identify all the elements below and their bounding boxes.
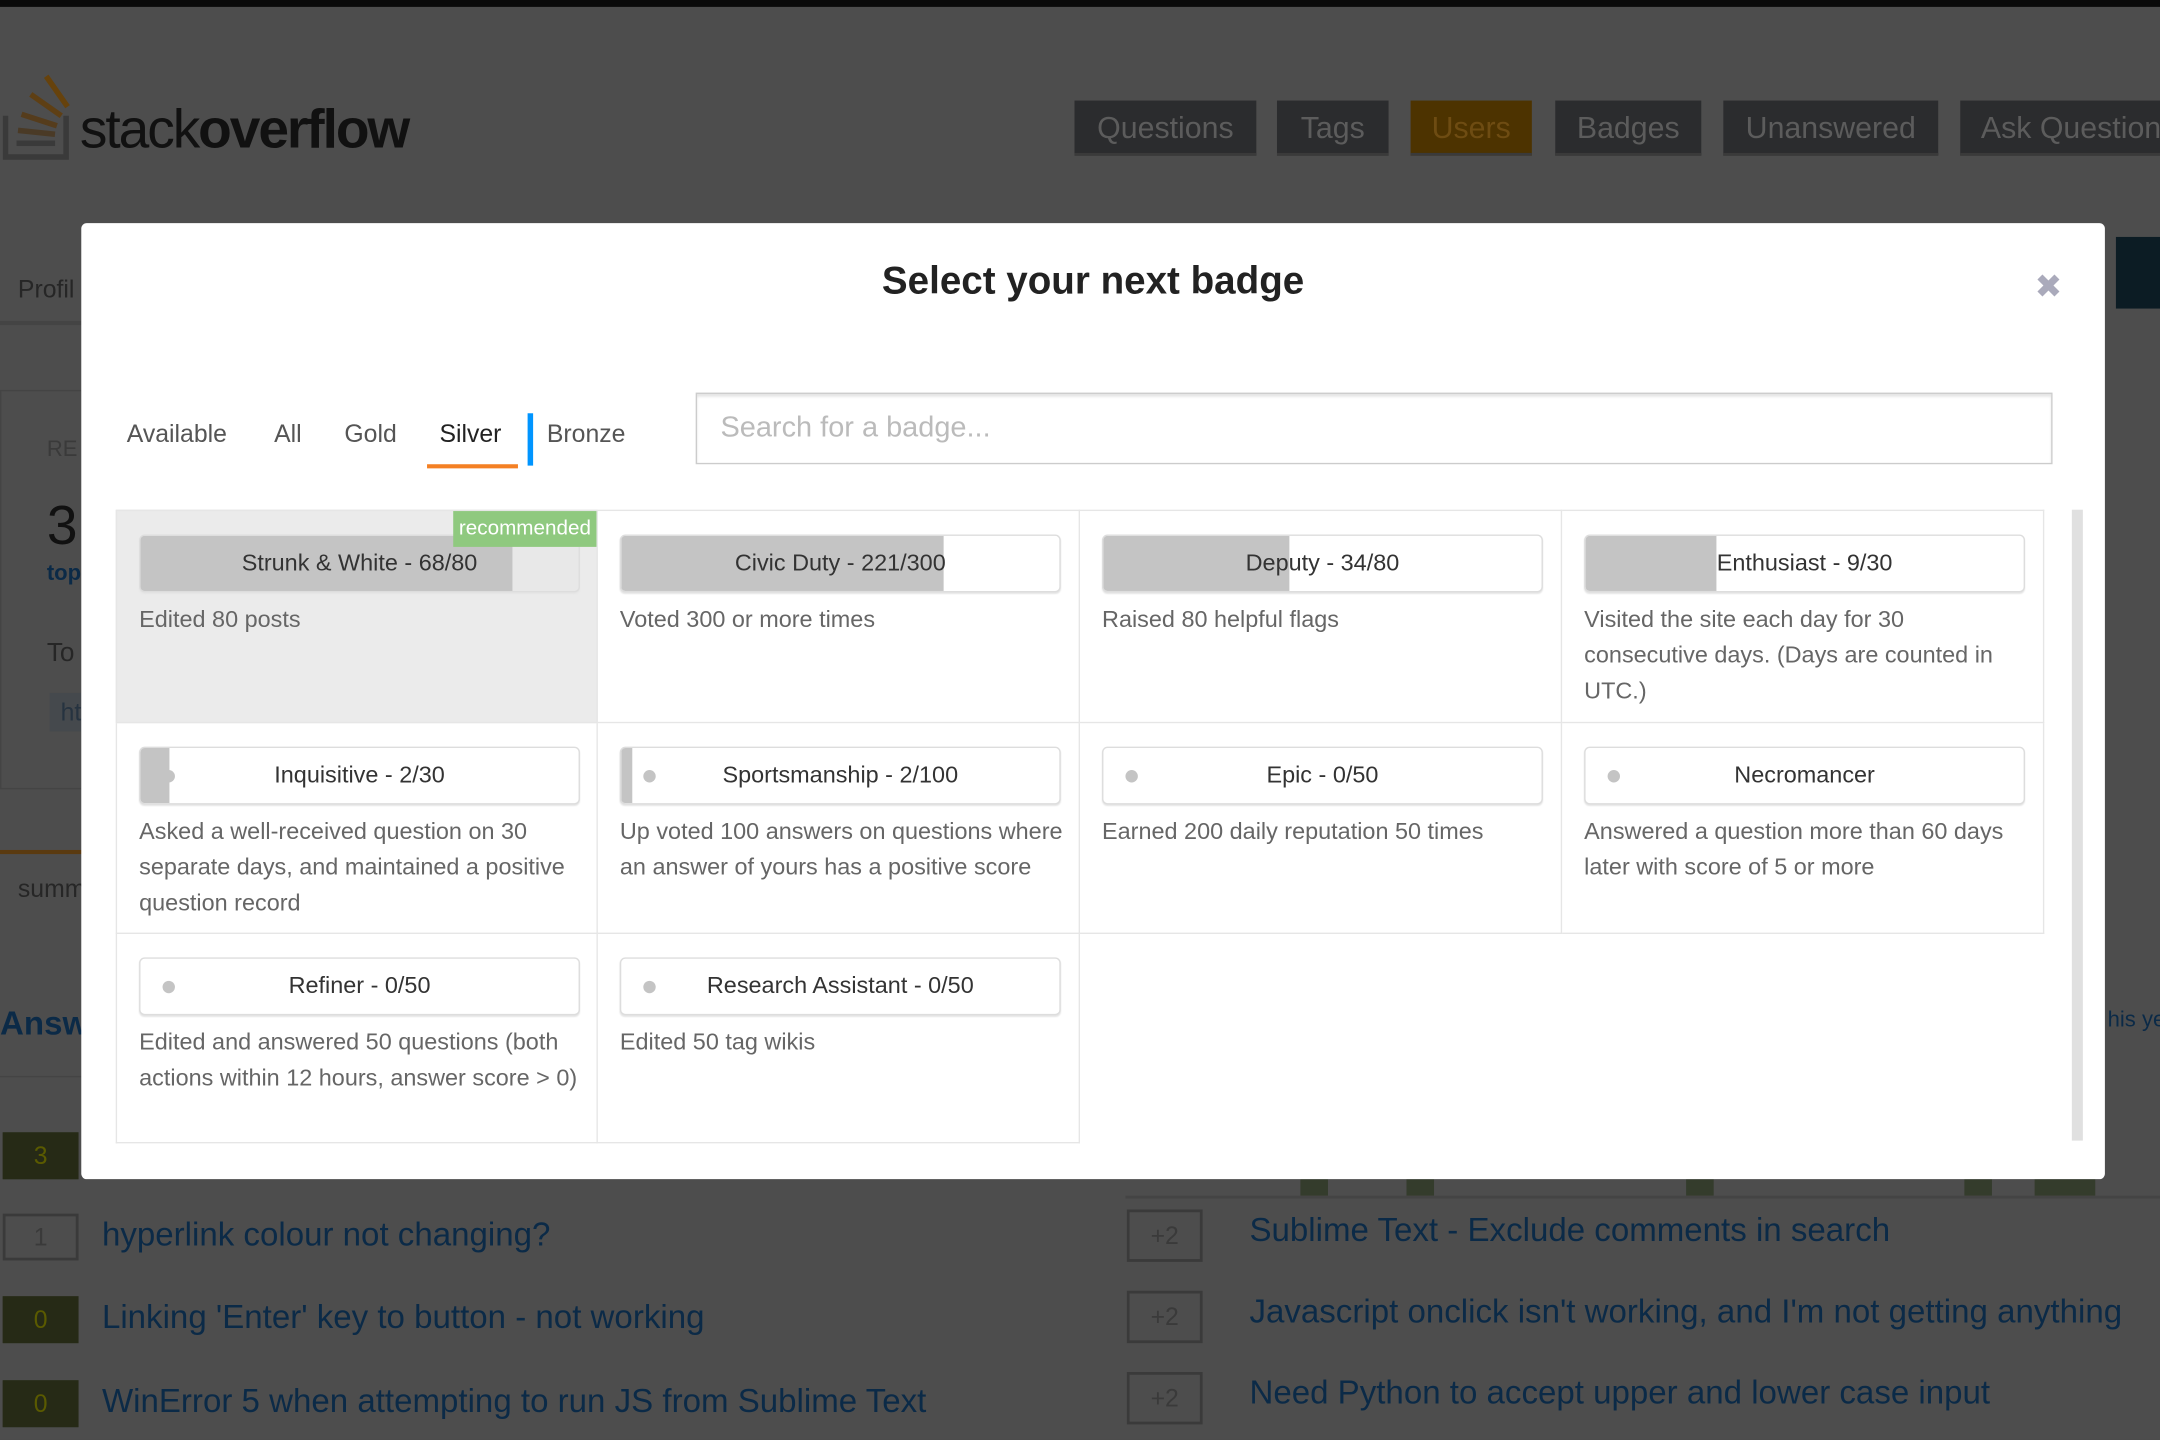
tab-silver[interactable]: Silver [439,420,501,449]
badge-name: Research Assistant - 0/50 [706,972,974,999]
this-year-link[interactable]: his ye [2108,1008,2160,1033]
nav-badges[interactable]: Badges [1555,100,1702,156]
badge-select-modal: Select your next badge ✖ Available All G… [81,223,2105,1180]
badge-progress-bar: Civic Duty - 221/300 [619,534,1061,593]
tab-available[interactable]: Available [127,420,227,449]
badge-card[interactable]: Research Assistant - 0/50 Edited 50 tag w… [597,933,1080,1144]
answers-heading: Answ [0,1005,89,1043]
badge-name: Deputy - 34/80 [1245,549,1400,576]
badge-card[interactable]: Sportsmanship - 2/100 Up voted 100 answer… [597,723,1080,934]
tab-gold[interactable]: Gold [344,420,396,449]
badge-progress-bar: Enthusiast - 9/30 [1584,534,2025,593]
badge-card[interactable]: Necromancer Answered a question more than… [1562,723,2045,934]
badge-description: Raised 80 helpful flags [1102,606,1340,633]
nav-unanswered[interactable]: Unanswered [1723,100,1939,156]
tab-separator [527,413,534,466]
nav-questions[interactable]: Questions [1074,100,1257,156]
badge-description: Up voted 100 answers on questions where … [619,818,1063,881]
badge-name: Necromancer [1734,761,1875,788]
question-link[interactable]: Linking 'Enter' key to button - not work… [102,1299,705,1338]
badge-card[interactable]: Epic - 0/50 Earned 200 daily reputation 5… [1079,723,1563,934]
recommended-badge: recommended [453,511,597,547]
badge-card[interactable]: Deputy - 34/80 Raised 80 helpful flags [1079,509,1563,724]
activity-bar [1300,1179,1328,1196]
badge-description: Answered a question more than 60 days la… [1584,818,2004,881]
badge-card[interactable]: Enthusiast - 9/30 Visited the site each d… [1562,509,2045,724]
activity-bar [1964,1179,1992,1196]
activity-bar [2034,1179,2096,1196]
question-link[interactable]: Sublime Text - Exclude comments in searc… [1249,1212,1890,1251]
badge-name: Enthusiast - 9/30 [1716,549,1893,576]
vote-count: +2 [1126,1290,1203,1344]
summary-tab[interactable]: summ [18,875,85,904]
badge-name: Inquisitive - 2/30 [274,761,445,788]
tab-bronze[interactable]: Bronze [547,420,626,449]
badge-grid: Strunk & White - 68/80 Edited 80 posts rec… [115,509,2046,1144]
badge-description: Edited and answered 50 questions (both a… [139,1029,578,1092]
top-bar [0,0,2160,7]
logo-text: stackoverflow [79,99,410,160]
vote-count: +2 [1126,1209,1203,1262]
vote-count: 1 [2,1213,79,1261]
badge-progress-bar: Sportsmanship - 2/100 [619,746,1061,805]
badge-card[interactable]: Civic Duty - 221/300 Voted 300 or more ti… [597,509,1080,724]
reputation-label: RE [46,438,78,462]
page: stackoverflow Questions Tags Users Badge… [0,0,2160,1440]
badge-description: Edited 50 tag wikis [619,1029,816,1056]
modal-title: Select your next badge [881,258,1305,302]
badge-name: Civic Duty - 221/300 [734,549,946,576]
badge-name: Epic - 0/50 [1266,761,1379,788]
vote-count: +2 [1126,1372,1203,1425]
badge-description: Edited 80 posts [139,606,301,633]
question-link[interactable]: hyperlink colour not changing? [102,1216,550,1255]
badge-progress-bar: Inquisitive - 2/30 [139,746,580,805]
badge-search-input[interactable] [695,392,2053,465]
question-link[interactable]: WinError 5 when attempting to run JS fro… [102,1383,926,1422]
badge-progress-bar: Necromancer [1584,746,2025,805]
vote-count: 3 [2,1132,79,1180]
nav-ask-question[interactable]: Ask Question [1960,100,2160,156]
scrollbar[interactable] [2071,509,2083,1141]
badge-description: Voted 300 or more times [619,606,876,633]
top-link[interactable]: top [47,562,81,587]
badge-progress-bar: Epic - 0/50 [1102,746,1543,805]
logo-icon [2,74,70,160]
divider [0,1075,83,1078]
stackoverflow-logo[interactable]: stackoverflow [0,66,427,162]
badge-name: Sportsmanship - 2/100 [722,761,959,788]
vote-count: 0 [2,1380,79,1428]
badge-card[interactable]: Strunk & White - 68/80 Edited 80 posts rec… [115,509,598,724]
profile-tab[interactable]: Profil [18,276,75,305]
badge-card[interactable]: Inquisitive - 2/30 Asked a well-received … [115,723,598,934]
nav-users[interactable]: Users [1410,100,1532,156]
badge-progress-bar: Research Assistant - 0/50 [619,957,1061,1016]
nav-tags[interactable]: Tags [1276,100,1389,156]
badge-description: Earned 200 daily reputation 50 times [1102,818,1484,845]
vote-count: 0 [2,1296,79,1344]
question-link[interactable]: Need Python to accept upper and lower ca… [1249,1375,1990,1414]
top-tags-label: To [46,639,75,669]
activity-bar [1686,1179,1714,1196]
badge-description: Asked a well-received question on 30 sep… [139,818,565,917]
reputation-value: 3 [46,495,78,557]
question-link[interactable]: Javascript onclick isn't working, and I'… [1249,1294,2122,1333]
badge-card[interactable]: Refiner - 0/50 Edited and answered 50 que… [115,933,598,1144]
badge-progress-bar: Refiner - 0/50 [139,957,580,1016]
close-icon[interactable]: ✖ [2035,267,2063,307]
divider [1125,1195,2160,1199]
badge-description: Visited the site each day for 30 consecu… [1584,606,1993,704]
summary-tab-indicator [0,849,83,855]
avatar[interactable] [2115,236,2160,309]
tab-all[interactable]: All [274,420,302,449]
activity-bar [1406,1179,1435,1196]
badge-name: Refiner - 0/50 [288,972,431,999]
badge-progress-bar: Deputy - 34/80 [1102,534,1543,593]
selected-tab-indicator [427,464,518,469]
divider [0,320,83,326]
